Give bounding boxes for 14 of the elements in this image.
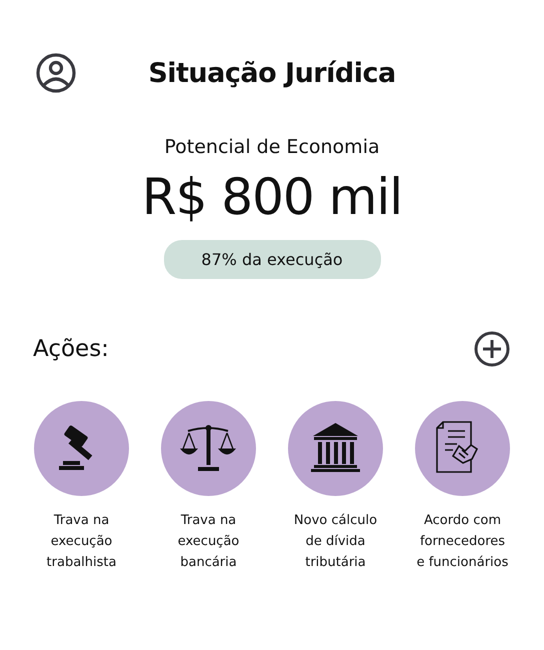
user-profile-icon[interactable]	[36, 53, 76, 93]
page-title: Situação Jurídica	[148, 58, 396, 88]
add-icon[interactable]	[474, 331, 510, 367]
action-label: Trava na execução trabalhista	[46, 512, 116, 572]
scales-icon[interactable]	[161, 401, 256, 496]
percentage-badge: 87% da execução	[164, 240, 380, 279]
savings-amount: R$ 800 mil	[140, 168, 404, 226]
action-label: Novo cálculo de dívida tributária	[294, 512, 378, 572]
action-label: Acordo com fornecedores e funcionários	[416, 512, 508, 572]
action-label: Trava na execução bancária	[178, 512, 240, 572]
gavel-icon[interactable]	[34, 401, 129, 496]
section-title: Ações:	[33, 336, 109, 362]
courthouse-icon[interactable]	[288, 401, 383, 496]
savings-label: Potencial de Economia	[163, 136, 381, 158]
